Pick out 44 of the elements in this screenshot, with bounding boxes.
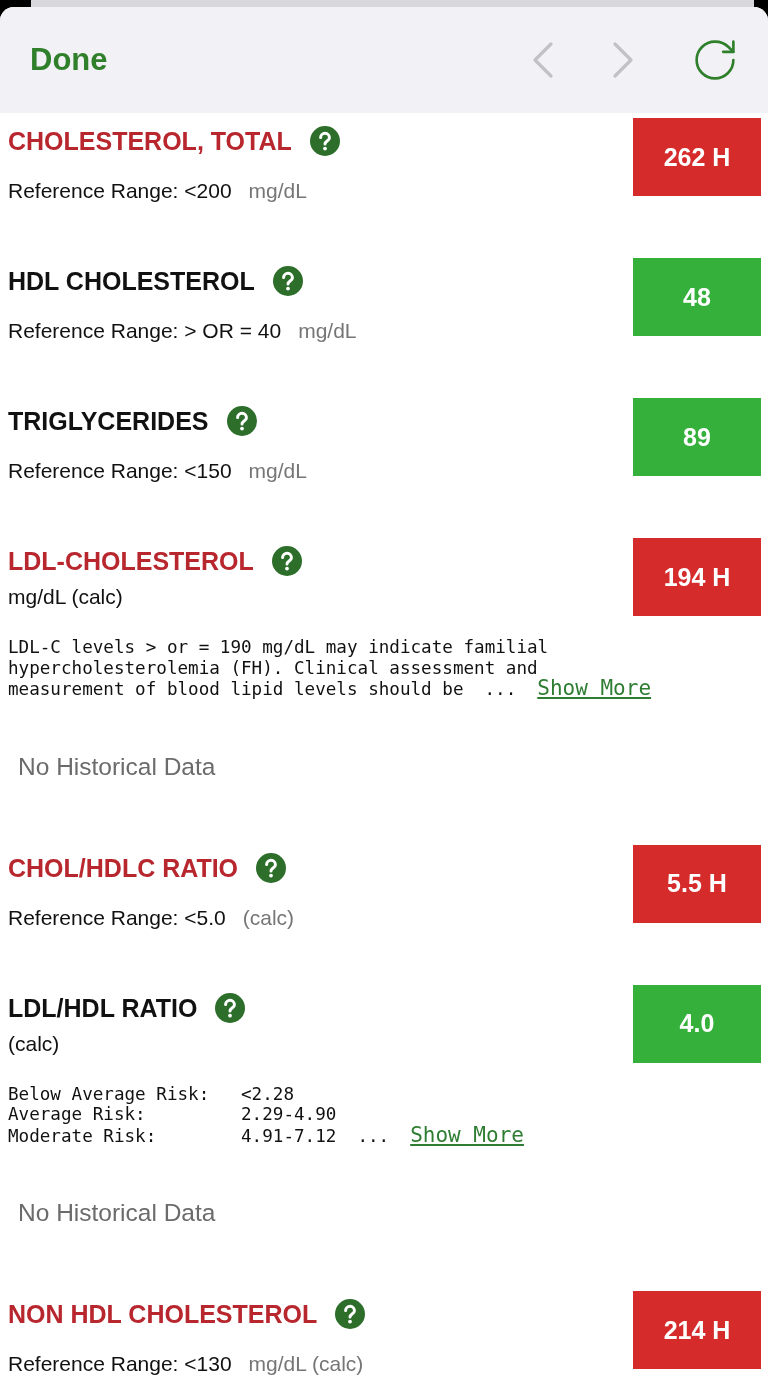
help-icon[interactable] (215, 992, 246, 1023)
no-history-text: No Historical Data (18, 751, 217, 782)
unit-label: mg/dL (248, 178, 307, 204)
result-value: 5.5 H (633, 844, 761, 923)
test-name: LDL-CHOLESTEROL (8, 546, 254, 577)
refresh-button[interactable] (695, 40, 735, 80)
unit-label: (calc) (8, 1030, 61, 1057)
result-value: 262 H (633, 118, 761, 196)
help-icon[interactable] (309, 126, 340, 156)
result-value: 214 H (633, 1291, 761, 1369)
note-text: LDL-C levels > or = 190 mg/dL may indicate familial hypercholesterolemia (FH). Clinical assessment and measurement of blood lipid levels should be ... Show More (8, 637, 653, 700)
reference-range: Reference Range: <200 (8, 178, 232, 204)
result-value: 89 (633, 398, 761, 476)
help-icon[interactable] (272, 266, 303, 296)
chevron-left-icon (532, 41, 554, 79)
test-name: TRIGLYCERIDES (8, 406, 209, 437)
unit-label: mg/dL (298, 318, 357, 344)
result-value: 4.0 (633, 984, 761, 1063)
help-icon[interactable] (271, 546, 302, 576)
unit-label: mg/dL (calc) (248, 1351, 364, 1376)
result-value: 48 (633, 258, 761, 336)
reference-range: Reference Range: > OR = 40 (8, 318, 282, 344)
unit-label: mg/dL (248, 458, 307, 484)
result-value: 194 H (633, 538, 761, 616)
test-name: CHOLESTEROL, TOTAL (8, 126, 292, 157)
show-more-link[interactable]: Show More (537, 676, 652, 700)
reference-range: Reference Range: <150 (8, 458, 232, 484)
note-text: Below Average Risk: <2.28 Average Risk: 2.29-4.90 Moderate Risk: 4.91-7.12 ... Show More (8, 1083, 525, 1146)
reference-range: Reference Range: <5.0 (8, 904, 226, 931)
help-icon[interactable] (256, 852, 287, 883)
test-name: NON HDL CHOLESTEROL (8, 1299, 318, 1330)
no-history-text: No Historical Data (18, 1198, 217, 1228)
test-name: HDL CHOLESTEROL (8, 266, 255, 297)
test-name: CHOL/HDLC RATIO (8, 852, 239, 884)
chevron-right-icon (612, 41, 634, 79)
done-button[interactable]: Done (30, 42, 108, 78)
help-icon[interactable] (335, 1299, 366, 1329)
reference-range: Reference Range: <130 (8, 1351, 232, 1376)
unit-label: (calc) (242, 904, 295, 931)
test-name: LDL/HDL RATIO (8, 992, 198, 1024)
refresh-icon (695, 40, 735, 80)
unit-label: mg/dL (calc) (8, 584, 124, 610)
show-more-link[interactable]: Show More (410, 1122, 524, 1147)
help-icon[interactable] (226, 406, 257, 436)
